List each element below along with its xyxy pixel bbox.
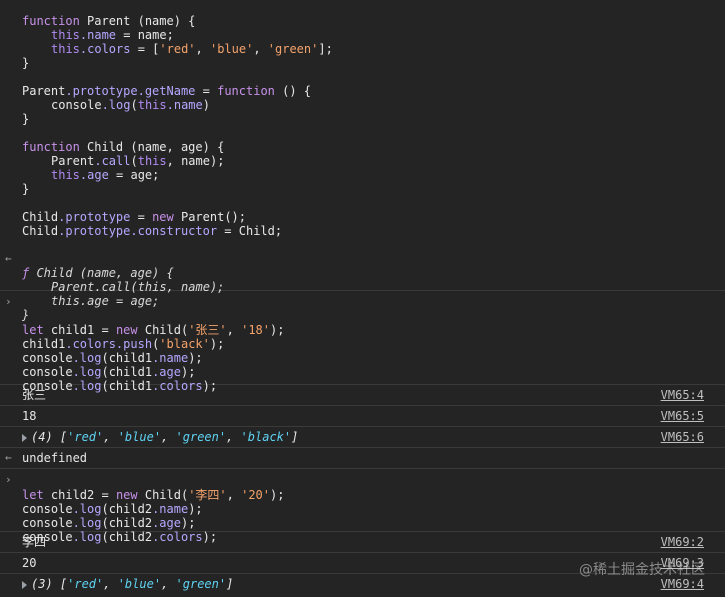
input-code-block[interactable]: function Parent (name) { this.name = nam… — [0, 0, 725, 252]
code-line-5: Parent.prototype.getName = function () { — [22, 84, 312, 98]
source-link[interactable]: VM65:6 — [661, 427, 704, 447]
log-row: 张三 VM65:4 — [0, 385, 725, 406]
watermark: @稀土掘金技术社区 — [579, 562, 705, 578]
return-arrow-icon: ← — [5, 252, 12, 265]
code-line-6: console.log(this.name) — [51, 98, 210, 112]
code-line-9: Parent.call(this, name); — [51, 154, 225, 168]
triangle-right-icon[interactable] — [22, 433, 27, 442]
code-line-1: function Parent (name) { — [22, 14, 196, 28]
code-line-7: } — [22, 112, 30, 126]
log-value: 张三 — [22, 388, 47, 402]
code-line-12: Child.prototype = new Parent(); — [22, 210, 246, 224]
chevron-right-icon: › — [5, 295, 12, 308]
result-value: undefined — [22, 451, 88, 465]
code-line-11: } — [22, 182, 30, 196]
result-line-1: ƒ Child (name, age) { — [22, 266, 174, 280]
result-row: ← undefined — [0, 448, 725, 469]
code-line-c1-2: child1.colors.push('black'); — [22, 337, 225, 351]
array-preview: (4) ['red', 'blue', 'green', 'black'] — [31, 430, 299, 444]
code-line-c1-1: let child1 = new Child('张三', '18'); — [22, 323, 285, 337]
source-link[interactable]: VM65:4 — [661, 385, 704, 405]
code-line-13: Child.prototype.constructor = Child; — [22, 224, 283, 238]
code-line-c2-2: console.log(child2.name); — [22, 502, 203, 516]
code-line-c2-3: console.log(child2.age); — [22, 516, 196, 530]
code-line-8: function Child (name, age) { — [22, 140, 225, 154]
console-entry-3: › let child2 = new Child('李四', '20'); co… — [0, 469, 725, 544]
devtools-console: function Parent (name) { this.name = nam… — [0, 0, 725, 594]
code-line-10: this.age = age; — [51, 168, 160, 182]
log-row: 李四 VM69:2 — [0, 532, 725, 553]
code-line-2: this.name = name; — [51, 28, 174, 42]
return-arrow-icon: ← — [5, 451, 12, 464]
chevron-right-icon: › — [5, 473, 12, 486]
log-value: 20 — [22, 556, 37, 570]
code-line-c1-4: console.log(child1.age); — [22, 365, 196, 379]
source-link[interactable]: VM65:5 — [661, 406, 704, 426]
log-value: 18 — [22, 409, 37, 423]
log-value: 李四 — [22, 535, 47, 549]
source-link[interactable]: VM69:2 — [661, 532, 704, 552]
triangle-right-icon[interactable] — [22, 580, 27, 589]
code-line-3: this.colors = ['red', 'blue', 'green']; — [51, 42, 333, 56]
log-row: 18 VM65:5 — [0, 406, 725, 427]
array-preview: (3) ['red', 'blue', 'green'] — [31, 577, 234, 591]
log-row-array[interactable]: (4) ['red', 'blue', 'green', 'black'] VM… — [0, 427, 725, 448]
console-entry-2: › let child1 = new Child('张三', '18'); ch… — [0, 291, 725, 393]
code-line-4: } — [22, 56, 30, 70]
console-entry-1: function Parent (name) { this.name = nam… — [0, 0, 725, 322]
code-line-c1-3: console.log(child1.name); — [22, 351, 203, 365]
code-line-c2-1: let child2 = new Child('李四', '20'); — [22, 488, 285, 502]
